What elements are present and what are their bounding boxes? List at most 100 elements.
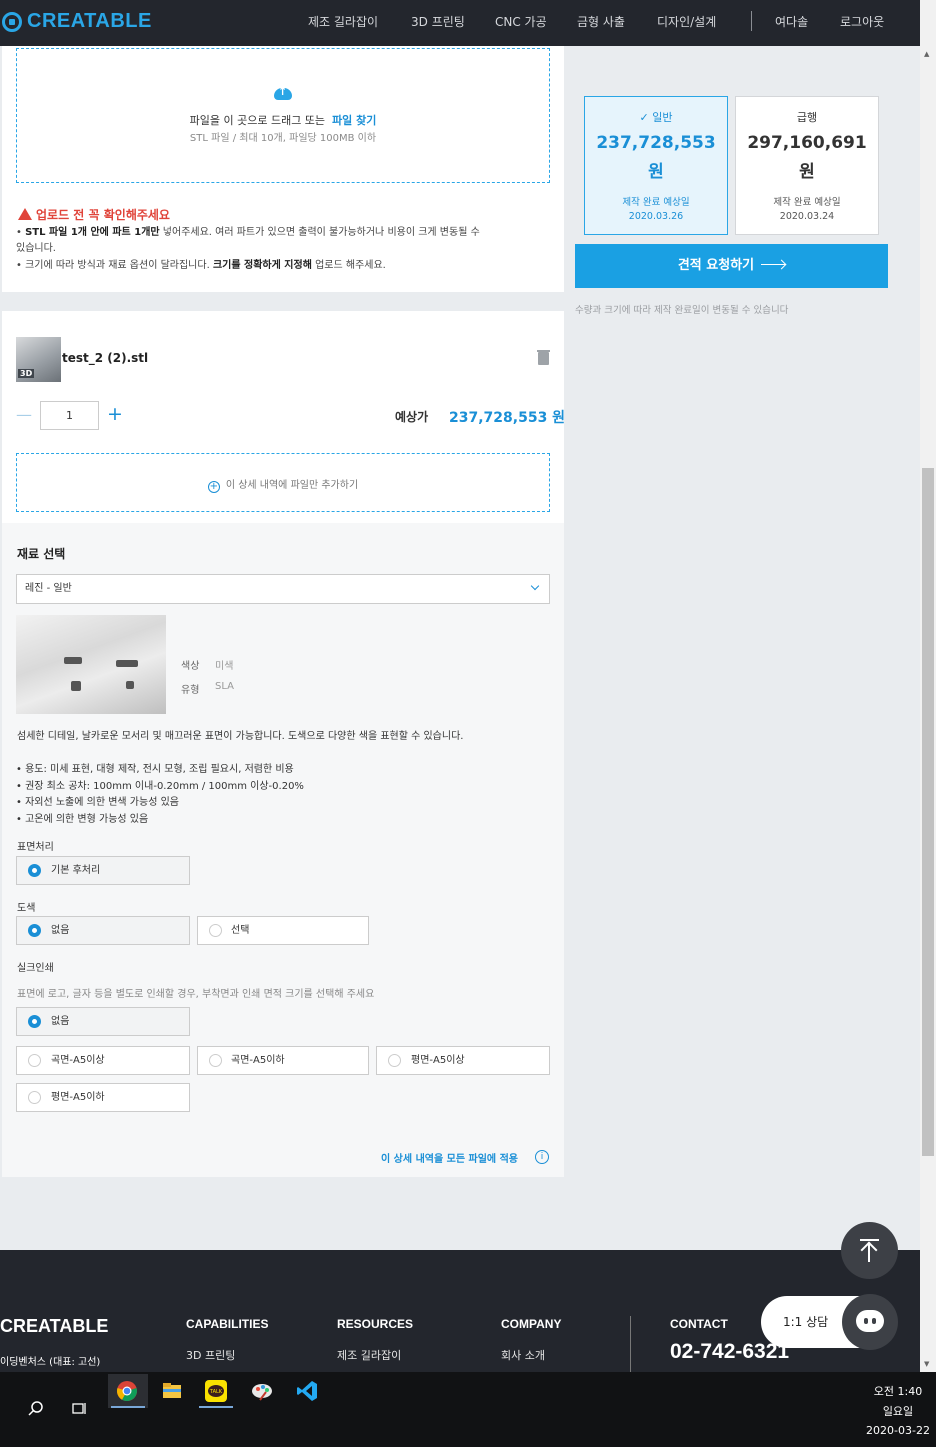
footer-link-about[interactable]: 회사 소개	[501, 1347, 545, 1363]
material-bullet: • 고온에 의한 변형 가능성 있음	[16, 814, 149, 825]
radio-icon	[28, 1054, 41, 1067]
add-circle-icon: +	[207, 481, 220, 493]
material-select[interactable]: 레진 - 일반	[16, 574, 550, 604]
file-name: test_2 (2).stl	[62, 351, 149, 365]
silk-option-curved-large[interactable]: 곡면-A5이상	[16, 1046, 190, 1075]
nav-logout[interactable]: 로그아웃	[840, 13, 884, 30]
estimate-normal-date: 2020.03.26	[628, 211, 684, 222]
silk-option-curved-small[interactable]: 곡면-A5이하	[197, 1046, 369, 1075]
material-bullet: • 권장 최소 공차: 100mm 이내-0.20mm / 100mm 이상-0…	[16, 781, 304, 792]
nav-3d-printing[interactable]: 3D 프린팅	[411, 13, 465, 30]
footer-link-guide[interactable]: 제조 길라잡이	[337, 1347, 401, 1363]
chat-bubble-icon	[856, 1310, 884, 1332]
radio-icon	[209, 924, 222, 937]
warning-line-1: • STL 파일 1개 안에 파트 1개만 넣어주세요. 여러 파트가 있으면 …	[16, 227, 480, 238]
check-icon: ✓	[639, 111, 649, 124]
search-icon[interactable]	[27, 1400, 45, 1418]
taskbar-time[interactable]: 오전 1:40	[860, 1383, 936, 1399]
estimate-normal-sub: 제작 완료 예상일	[622, 197, 690, 208]
material-image	[16, 615, 166, 714]
estimated-price-label: 예상가	[395, 410, 429, 424]
material-bullet: • 용도: 미세 표현, 대형 제작, 전시 모형, 조립 필요시, 저렴한 비…	[16, 764, 294, 775]
color-value: 미색	[215, 661, 234, 672]
material-bullet: • 자외선 노출에 의한 변색 가능성 있음	[16, 797, 179, 808]
type-value: SLA	[215, 681, 234, 692]
radio-icon	[28, 1091, 41, 1104]
material-section-title: 재료 선택	[17, 547, 66, 561]
warning-icon	[18, 208, 32, 220]
warning-title: 업로드 전 꼭 확인해주세요	[18, 206, 170, 223]
paint-icon[interactable]	[251, 1380, 273, 1402]
increase-quantity-button[interactable]: +	[107, 403, 123, 425]
taskbar-date[interactable]: 2020-03-22	[860, 1424, 936, 1437]
request-quote-button[interactable]: 견적 요청하기	[575, 244, 888, 288]
silk-option-flat-small[interactable]: 평면-A5이하	[16, 1083, 190, 1112]
estimate-note: 수량과 크기에 따라 제작 완료일이 변동될 수 있습니다	[575, 305, 789, 316]
paint-option-select[interactable]: 선택	[197, 916, 369, 945]
chevron-down-icon	[530, 581, 540, 591]
add-file-text[interactable]: + 이 상세 내역에 파일만 추가하기	[0, 476, 566, 493]
silk-option-none[interactable]: 없음	[16, 1007, 190, 1036]
radio-icon	[388, 1054, 401, 1067]
chrome-active-indicator	[111, 1406, 145, 1408]
type-key: 유형	[181, 685, 200, 696]
paint-option-none[interactable]: 없음	[16, 916, 190, 945]
radio-selected-icon	[28, 864, 41, 877]
footer-heading-capabilities: CAPABILITIES	[186, 1317, 269, 1331]
nav-cnc[interactable]: CNC 가공	[495, 13, 547, 30]
logo-mark-icon	[2, 11, 22, 32]
chrome-icon[interactable]	[116, 1380, 138, 1402]
kakaotalk-icon[interactable]: TALK	[205, 1380, 227, 1402]
warning-line-2: • 크기에 따라 방식과 재료 옵션이 달라집니다. 크기를 정확하게 지정해 …	[16, 260, 386, 271]
footer-company: 이딩벤처스 (대표: 고선)	[0, 1357, 101, 1368]
scroll-down-icon[interactable]: ▼	[924, 1360, 929, 1368]
footer-link-3d[interactable]: 3D 프린팅	[186, 1347, 235, 1363]
silk-description: 표면에 로고, 글자 등을 별도로 인쇄할 경우, 부착면과 인쇄 면적 크기를…	[17, 989, 375, 1000]
chat-button[interactable]	[842, 1294, 898, 1350]
nav-user[interactable]: 여다솔	[775, 13, 808, 30]
info-icon[interactable]: i	[535, 1150, 549, 1164]
estimate-normal-name: ✓ 일반	[639, 111, 673, 124]
arrow-up-icon	[860, 1239, 879, 1241]
trash-icon[interactable]	[537, 350, 550, 365]
radio-icon	[209, 1054, 222, 1067]
estimate-normal-card[interactable]: ✓ 일반 237,728,553 원 제작 완료 예상일 2020.03.26	[584, 96, 728, 235]
cloud-upload-icon	[274, 85, 292, 100]
silk-label: 실크인쇄	[17, 963, 54, 974]
scrollbar-thumb[interactable]	[922, 468, 934, 1156]
scroll-up-icon[interactable]: ▲	[924, 50, 929, 58]
3d-badge: 3D	[18, 369, 35, 378]
footer-heading-company: COMPANY	[501, 1317, 562, 1331]
estimate-express-date: 2020.03.24	[779, 211, 835, 222]
apply-all-link[interactable]: 이 상세 내역을 모든 파일에 적용	[381, 1150, 518, 1165]
task-view-icon[interactable]	[71, 1400, 89, 1418]
footer-heading-contact: CONTACT	[670, 1317, 728, 1331]
dropzone-text: 파일을 이 곳으로 드래그 또는 파일 찾기	[189, 114, 377, 127]
nav-injection[interactable]: 금형 사출	[577, 13, 625, 30]
vscode-icon[interactable]	[296, 1380, 318, 1402]
color-key: 색상	[181, 661, 200, 672]
estimate-express-price: 297,160,691 원	[747, 133, 867, 182]
material-description: 섬세한 디테일, 날카로운 모서리 및 매끄러운 표면이 가능합니다. 도색으로…	[17, 731, 464, 742]
nav-divider	[751, 11, 752, 31]
estimate-express-card[interactable]: 급행 297,160,691 원 제작 완료 예상일 2020.03.24	[735, 96, 879, 235]
surface-label: 표면처리	[17, 842, 54, 853]
estimate-express-sub: 제작 완료 예상일	[773, 197, 841, 208]
surface-option-basic[interactable]: 기본 후처리	[16, 856, 190, 885]
find-file-link[interactable]: 파일 찾기	[332, 114, 376, 127]
svg-text:TALK: TALK	[209, 1389, 223, 1395]
site-logo[interactable]: CREATABLE	[2, 10, 152, 33]
footer-phone[interactable]: 02-742-6321	[670, 1340, 789, 1364]
decrease-quantity-button[interactable]: —	[16, 405, 32, 424]
paint-label: 도색	[17, 903, 36, 914]
upload-limits: STL 파일 / 최대 10개, 파일당 100MB 이하	[189, 133, 377, 144]
file-explorer-icon[interactable]	[161, 1380, 183, 1402]
nav-design[interactable]: 디자인/설계	[657, 13, 716, 30]
taskbar-day[interactable]: 일요일	[860, 1403, 936, 1419]
footer-divider	[630, 1316, 631, 1372]
arrow-right-icon	[761, 264, 786, 265]
quantity-input[interactable]: 1	[40, 401, 99, 430]
silk-option-flat-large[interactable]: 평면-A5이상	[376, 1046, 550, 1075]
nav-guide[interactable]: 제조 길라잡이	[308, 13, 378, 30]
scroll-to-top-button[interactable]	[841, 1222, 898, 1279]
